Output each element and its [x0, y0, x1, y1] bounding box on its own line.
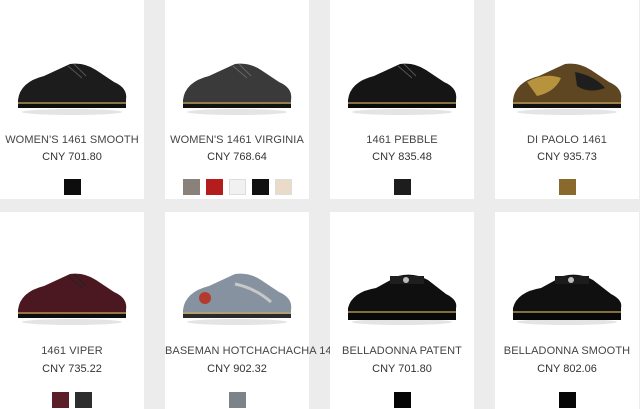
product-card[interactable]: WOMEN'S 1461 VIRGINIA CNY 768.64 [165, 0, 309, 199]
product-price: CNY 835.48 [372, 151, 432, 163]
color-swatch[interactable] [63, 179, 81, 195]
product-card[interactable]: BELLADONNA PATENT CNY 701.80 [330, 212, 474, 409]
color-swatch[interactable] [228, 179, 246, 195]
color-swatches [0, 392, 144, 408]
product-price: CNY 768.64 [207, 151, 267, 163]
product-image[interactable] [505, 262, 629, 332]
product-card[interactable]: BELLADONNA SMOOTH CNY 802.06 [495, 212, 639, 409]
product-name[interactable]: WOMEN'S 1461 VIRGINIA [165, 134, 309, 146]
product-price: CNY 935.73 [537, 151, 597, 163]
color-swatch[interactable] [182, 179, 200, 195]
product-image[interactable] [10, 52, 134, 122]
product-card[interactable]: WOMEN'S 1461 SMOOTH CNY 701.80 [0, 0, 144, 199]
color-swatches [495, 179, 639, 195]
product-name[interactable]: BELLADONNA PATENT [330, 345, 474, 357]
color-swatch[interactable] [228, 392, 246, 408]
color-swatches [330, 392, 474, 408]
product-card[interactable]: BASEMAN HOTCHACHACHA 1461 CNY 902.32 [165, 212, 344, 409]
color-swatch[interactable] [393, 179, 411, 195]
product-image[interactable] [340, 52, 464, 122]
product-name[interactable]: WOMEN'S 1461 SMOOTH [0, 134, 144, 146]
product-image[interactable] [175, 52, 299, 122]
product-name[interactable]: 1461 VIPER [0, 345, 144, 357]
product-card[interactable]: DI PAOLO 1461 CNY 935.73 [495, 0, 639, 199]
color-swatch[interactable] [274, 179, 292, 195]
product-price: CNY 701.80 [372, 363, 432, 375]
product-image[interactable] [175, 262, 299, 332]
color-swatch[interactable] [393, 392, 411, 408]
product-grid: WOMEN'S 1461 SMOOTH CNY 701.80 WOMEN'S 1… [0, 0, 640, 409]
product-price: CNY 735.22 [42, 363, 102, 375]
color-swatches [495, 392, 639, 408]
color-swatches [165, 179, 309, 195]
color-swatch[interactable] [75, 392, 92, 408]
product-price: CNY 902.32 [207, 363, 267, 375]
product-card[interactable]: 1461 VIPER CNY 735.22 [0, 212, 144, 409]
color-swatch[interactable] [251, 179, 269, 195]
product-name[interactable]: BASEMAN HOTCHACHACHA 1461 [165, 345, 344, 357]
product-image[interactable] [340, 262, 464, 332]
color-swatch[interactable] [558, 179, 576, 195]
color-swatch[interactable] [205, 179, 223, 195]
product-card[interactable]: 1461 PEBBLE CNY 835.48 [330, 0, 474, 199]
product-name[interactable]: 1461 PEBBLE [330, 134, 474, 146]
color-swatch[interactable] [558, 392, 576, 408]
product-price: CNY 802.06 [537, 363, 597, 375]
product-price: CNY 701.80 [42, 151, 102, 163]
color-swatches [0, 179, 144, 195]
color-swatches [330, 179, 474, 195]
product-image[interactable] [10, 262, 134, 332]
product-name[interactable]: DI PAOLO 1461 [495, 134, 639, 146]
color-swatches [165, 392, 309, 408]
product-image[interactable] [505, 52, 629, 122]
product-name[interactable]: BELLADONNA SMOOTH [495, 345, 639, 357]
color-swatch[interactable] [52, 392, 69, 408]
